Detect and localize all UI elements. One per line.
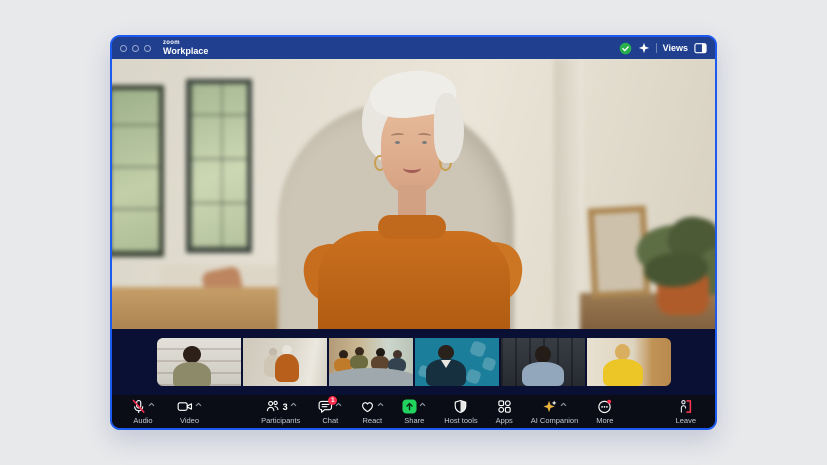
thumb-person-head [438, 345, 454, 360]
more-ellipsis-icon [597, 399, 612, 414]
camera-icon [177, 399, 193, 414]
window-controls [120, 45, 151, 52]
video-button[interactable]: Video [170, 398, 209, 426]
more-label: More [596, 416, 613, 425]
shield-icon [453, 399, 468, 414]
window-maximize-button[interactable] [144, 45, 151, 52]
more-button[interactable]: More [589, 398, 620, 426]
chat-bubble-icon: 1 [318, 399, 333, 414]
audio-button[interactable]: Audio [124, 398, 162, 426]
share-button[interactable]: Share [395, 398, 433, 426]
toolbar-center-group: 3 Participants 1 [254, 398, 620, 426]
apps-label: Apps [496, 416, 513, 425]
leave-meeting-icon [678, 399, 693, 414]
meeting-toolbar: Audio Video [112, 395, 715, 428]
apps-button[interactable]: Apps [489, 398, 520, 426]
chevron-up-icon[interactable] [419, 394, 426, 412]
toolbar-left-group: Audio Video [124, 398, 209, 426]
ai-companion-button[interactable]: AI Companion [524, 398, 586, 426]
thumb-person-torso [522, 362, 564, 386]
thumb-person-torso [603, 359, 643, 386]
host-tools-label: Host tools [444, 416, 477, 425]
leave-button[interactable]: Leave [669, 398, 703, 426]
chevron-up-icon[interactable] [290, 394, 297, 412]
ai-sparkle-icon[interactable] [638, 42, 650, 54]
participant-thumbnail-4[interactable] [415, 338, 499, 386]
thumb-hexagon-pattern [481, 356, 496, 371]
speaker-smile [403, 163, 421, 173]
chevron-up-icon[interactable] [195, 394, 202, 412]
participants-button[interactable]: 3 Participants [254, 398, 307, 426]
thumb-person-head [615, 344, 630, 360]
titlebar: zoom Workplace Views [112, 37, 715, 59]
zoom-meeting-window: zoom Workplace Views [110, 35, 717, 430]
encryption-shield-icon[interactable] [619, 42, 632, 55]
audio-label: Audio [133, 416, 152, 425]
speaker-person [112, 59, 715, 329]
thumb-person-head [535, 346, 551, 363]
ai-companion-label: AI Companion [531, 416, 579, 425]
participants-icon [265, 399, 280, 414]
speaker-eye [422, 141, 427, 144]
mic-muted-icon [131, 399, 146, 414]
chat-label: Chat [322, 416, 338, 425]
share-label: Share [404, 416, 424, 425]
zoom-workplace-logo: zoom Workplace [163, 40, 208, 56]
react-button[interactable]: React [353, 398, 391, 426]
views-label[interactable]: Views [663, 43, 688, 53]
participant-count: 3 [283, 402, 288, 412]
thumb-person-head [183, 346, 201, 363]
participant-thumbnail-1[interactable] [157, 338, 241, 386]
logo-workplace-text: Workplace [163, 47, 208, 56]
window-minimize-button[interactable] [132, 45, 139, 52]
ai-companion-sparkle-icon [542, 399, 558, 414]
participant-filmstrip [112, 329, 715, 395]
participant-thumbnail-6[interactable] [587, 338, 671, 386]
speaker-orange-top [318, 231, 510, 329]
titlebar-divider [656, 43, 657, 53]
thumb-person-torso [173, 362, 211, 386]
participants-label: Participants [261, 416, 300, 425]
main-speaker-video[interactable] [112, 59, 715, 329]
leave-label: Leave [676, 416, 696, 425]
apps-grid-icon [497, 399, 512, 414]
thumb-person-torso [275, 354, 299, 382]
participant-thumbnail-3[interactable] [329, 338, 413, 386]
thumb-hexagon-pattern [465, 368, 482, 385]
chevron-up-icon[interactable] [377, 394, 384, 412]
thumb-conference-table [329, 368, 413, 386]
chat-unread-badge: 1 [328, 396, 337, 405]
thumb-hexagon-pattern [469, 340, 487, 358]
chevron-up-icon[interactable] [148, 394, 155, 412]
participant-thumbnail-2[interactable] [243, 338, 327, 386]
video-label: Video [180, 416, 199, 425]
heart-icon [360, 399, 375, 414]
chevron-up-icon[interactable] [560, 394, 567, 412]
speaker-eye [395, 141, 400, 144]
window-close-button[interactable] [120, 45, 127, 52]
host-tools-button[interactable]: Host tools [437, 398, 484, 426]
speaker-hair-side [434, 93, 464, 163]
views-layout-icon[interactable] [694, 42, 707, 54]
titlebar-right-controls: Views [619, 42, 707, 55]
react-label: React [362, 416, 382, 425]
thumbnail-strip [157, 338, 671, 386]
share-screen-icon [402, 399, 417, 414]
participant-thumbnail-5[interactable] [501, 338, 585, 386]
chat-button[interactable]: 1 Chat [311, 398, 349, 426]
speaker-neck-ruffle [378, 215, 446, 239]
thumb-person-torso [350, 355, 368, 369]
thumb-shirt-collar [441, 360, 451, 368]
